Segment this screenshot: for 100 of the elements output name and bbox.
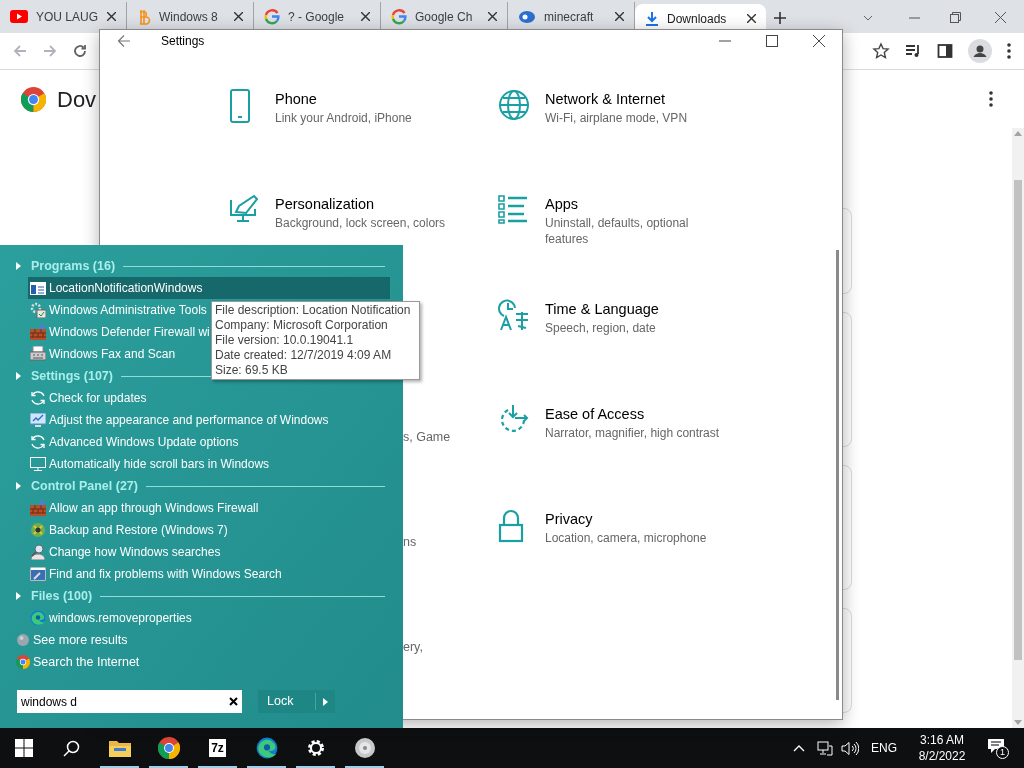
settings-icon [305,738,326,758]
language-indicator[interactable]: ENG [871,739,897,757]
search-result[interactable]: Allow an app through Windows Firewall [28,497,390,519]
category-title[interactable]: Network & Internet [545,89,735,109]
speaker-disc-icon [353,737,376,759]
search-option[interactable]: Search the Internet [16,651,144,673]
search-icon[interactable] [63,739,80,757]
notification-badge: 1 [996,746,1009,759]
close-icon[interactable] [995,12,1006,23]
monitor-check-icon [30,413,46,427]
scrollbar[interactable] [836,250,839,700]
category-description: Link your Android, iPhone [275,110,413,126]
video-play-icon [10,10,28,23]
edge-logo-icon [30,609,46,627]
globe-icon [498,89,530,121]
expand-arrow-icon[interactable] [16,372,21,380]
sync-icon [30,390,46,406]
download-icon [645,10,659,27]
clock[interactable]: 3:16 AM 8/2/2022 [911,732,973,764]
search-result[interactable]: Automatically hide scroll bars in Windows [28,453,390,475]
restore-icon[interactable] [950,12,961,23]
search-result[interactable]: Advanced Windows Update options [28,431,390,453]
notification-button[interactable]: 1 [987,738,1007,758]
padlock-icon [498,509,524,543]
back-icon[interactable] [117,34,131,48]
search-field[interactable]: windows d [17,690,242,713]
window-icon [30,281,46,295]
category-description: Wi-Fi, airplane mode, VPN [545,110,689,126]
google-logo-icon [264,8,280,25]
search-result[interactable]: Adjust the appearance and performance of Windows [28,409,390,431]
reload-icon[interactable] [72,43,88,59]
app-label: 7z [209,739,226,757]
category-description: s, Game [403,429,451,446]
category-description: Uninstall, defaults, optional features [545,215,690,247]
close-icon[interactable] [747,14,756,23]
close-icon[interactable] [361,12,370,21]
chrome-logo-icon [16,655,30,669]
close-icon[interactable] [615,12,624,21]
search-result[interactable]: Change how Windows searches [28,541,390,563]
media-control-icon[interactable] [904,42,922,60]
start-icon[interactable] [15,739,33,757]
search-result[interactable]: Backup and Restore (Windows 7) [28,519,390,541]
monitor-icon [30,457,46,471]
chrome-logo-icon [157,737,180,759]
scrollbar-thumb[interactable] [1014,180,1022,660]
clock-time: 3:16 AM [920,732,964,748]
phone-icon [228,89,252,123]
tools-icon [30,302,46,318]
profile-avatar-icon[interactable] [968,39,992,63]
expand-arrow-icon[interactable] [16,482,21,490]
bookmark-star-icon[interactable] [872,42,890,60]
category-description: ery, [403,639,423,656]
globe-icon [17,634,29,646]
tooltip-line: File description: Location Notification [215,303,412,318]
category-description: ns [403,534,417,551]
new-tab-icon[interactable] [774,12,786,24]
more-options-icon[interactable] [988,90,994,108]
category-description: Background, lock screen, colors [275,215,447,231]
category-title[interactable]: Apps [545,194,735,214]
close-icon[interactable] [234,12,243,21]
search-result[interactable]: windows.removeproperties [28,607,390,629]
expand-arrow-icon[interactable] [16,592,21,600]
clock-date: 8/2/2022 [918,748,966,764]
category-title[interactable]: Time & Language [545,299,735,319]
search-result[interactable]: LocationNotificationWindows [28,277,390,299]
category-title[interactable]: Ease of Access [545,404,735,424]
category-description: Location, camera, microphone [545,530,708,546]
brick-wall-icon [30,500,46,516]
category-title[interactable]: Phone [275,89,465,109]
close-icon[interactable] [107,12,116,21]
chrome-logo-icon [21,86,46,112]
brick-wall-icon [30,324,46,340]
close-icon[interactable] [813,35,825,47]
side-panel-icon[interactable] [936,42,954,60]
clear-icon[interactable] [229,697,238,706]
taskbar-app[interactable]: 7z [193,728,242,768]
maximize-icon[interactable] [766,35,778,47]
edge-logo-icon [255,737,278,759]
category-description: Narrator, magnifier, high contrast [545,425,721,441]
tab-search-icon[interactable] [863,15,873,21]
category-title[interactable]: Personalization [275,194,465,214]
scrollbar[interactable] [1012,128,1024,728]
category-title[interactable]: Privacy [545,509,735,529]
search-result[interactable]: Find and fix problems with Windows Search [28,563,390,585]
expand-arrow-icon[interactable] [16,262,21,270]
network-icon[interactable] [817,740,833,756]
tooltip-line: Date created: 12/7/2019 4:09 AM [215,348,393,363]
swirl-icon [518,9,536,24]
search-option[interactable]: See more results [16,629,132,651]
printer-icon [30,346,46,362]
chevron-up-icon[interactable] [793,744,805,752]
volume-icon[interactable] [841,740,859,756]
menu-icon[interactable] [1006,42,1012,60]
paintbrush-monitor-icon [228,194,260,224]
close-icon[interactable] [488,12,497,21]
sync-icon [30,434,46,450]
search-result[interactable]: Check for updates [28,387,390,409]
coin-icon [137,8,151,25]
folder-icon [108,739,131,757]
lock-button[interactable]: Lock [258,690,335,713]
